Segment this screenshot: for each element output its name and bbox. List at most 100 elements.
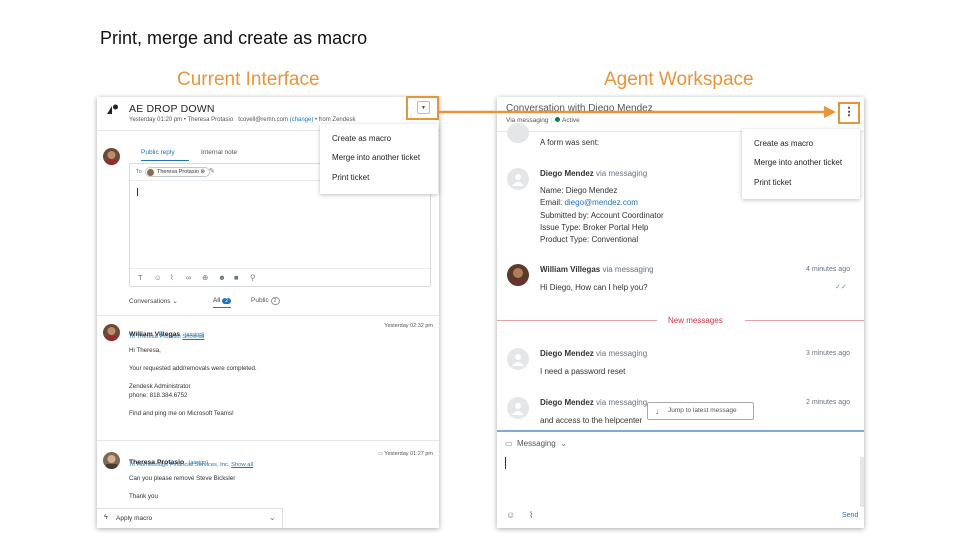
filter-all-label: All bbox=[213, 297, 221, 304]
attachment-icon[interactable]: ⌇ bbox=[170, 273, 174, 282]
apply-macro-button[interactable]: ϟ Apply macro ⌄ bbox=[97, 508, 283, 528]
divider bbox=[745, 320, 864, 321]
author-name: William Villegas bbox=[540, 265, 601, 274]
emoji-icon[interactable]: ☺ bbox=[154, 273, 162, 282]
ticket-meta: Yesterday 01:20 pm • Theresa Protasio tc… bbox=[129, 117, 355, 123]
ticket-meta-from: • from Zendesk bbox=[315, 117, 356, 123]
dropdown-highlight-box bbox=[406, 96, 439, 120]
more-options-button[interactable]: ⋮ bbox=[838, 102, 860, 124]
recipient-text: To Theresa Protasio bbox=[129, 334, 181, 340]
conversations-filter[interactable]: Conversations ⌄ bbox=[129, 297, 178, 305]
chevron-down-icon: ⌄ bbox=[560, 439, 567, 448]
channel-via: via messaging bbox=[596, 169, 648, 178]
video-icon[interactable]: ■ bbox=[234, 273, 239, 282]
message-body: Name: Diego Mendez Email: diego@mendez.c… bbox=[540, 185, 664, 246]
body-line: Email: diego@mendez.com bbox=[540, 197, 664, 209]
change-link[interactable]: (change) bbox=[290, 117, 314, 123]
ticket-meta-email: tcovell@remn.com bbox=[238, 117, 288, 123]
message-body: Hi Theresa, Your requested add/removals … bbox=[129, 346, 257, 418]
message-author: Diego Mendez via messaging bbox=[540, 398, 647, 407]
author-name: Diego Mendez bbox=[540, 349, 594, 358]
email-link[interactable]: diego@mendez.com bbox=[564, 198, 638, 207]
list-item: William Villegas (assign) Yesterday 02:3… bbox=[97, 319, 439, 439]
tab-internal-note[interactable]: Internal note bbox=[201, 147, 237, 161]
current-interface-heading: Current Interface bbox=[177, 69, 320, 90]
author-name: Diego Mendez bbox=[540, 169, 594, 178]
tab-public-reply[interactable]: Public reply bbox=[141, 147, 189, 161]
message-recipients: To Homebridge Financial Services, Inc. S… bbox=[129, 462, 253, 468]
chevron-down-icon: ⌄ bbox=[269, 513, 276, 522]
message-body: and access to the helpcenter bbox=[540, 416, 643, 425]
email-label: Email: bbox=[540, 198, 565, 208]
menu-item-create-as-macro[interactable]: Create as macro bbox=[754, 139, 813, 148]
message-body: I need a password reset bbox=[540, 367, 626, 376]
recipient-text: To Homebridge Financial Services, Inc. bbox=[129, 462, 230, 468]
divider bbox=[97, 440, 439, 441]
message-author: Diego Mendez via messaging bbox=[540, 349, 647, 358]
text-cursor bbox=[137, 188, 138, 196]
menu-item-print-ticket[interactable]: Print ticket bbox=[754, 178, 791, 187]
divider bbox=[497, 320, 657, 321]
scrollbar[interactable] bbox=[860, 457, 864, 507]
recipient-name: Theresa Protasio bbox=[157, 169, 199, 175]
link-icon[interactable]: ∞ bbox=[186, 273, 191, 282]
body-line: Name: Diego Mendez bbox=[540, 186, 618, 195]
text-cursor bbox=[505, 457, 506, 469]
apply-macro-label: Apply macro bbox=[116, 515, 153, 522]
filter-public[interactable]: Public 2 bbox=[251, 297, 280, 305]
send-button[interactable]: Send bbox=[842, 512, 858, 519]
avatar bbox=[103, 452, 120, 469]
time-text: Yesterday 01:27 pm bbox=[384, 451, 433, 457]
avatar bbox=[507, 348, 529, 370]
body-line: Find and ping me on Microsoft Teams! bbox=[129, 410, 234, 417]
zendesk-logo-icon bbox=[107, 104, 118, 114]
menu-item-print-ticket[interactable]: Print ticket bbox=[332, 173, 369, 182]
mention-icon[interactable]: ⊕ bbox=[202, 273, 208, 282]
composer-toolbar: T ☺ ⌇ ∞ ⊕ ☻ ■ ⚲ bbox=[130, 268, 430, 286]
ticket-meta-text: Yesterday 01:20 pm • Theresa Protasio bbox=[129, 117, 234, 123]
filter-all[interactable]: All 2 bbox=[213, 297, 232, 308]
count-badge: 2 bbox=[222, 298, 232, 304]
body-line: Product Type: Conventional bbox=[540, 235, 639, 245]
active-status-dot bbox=[555, 117, 561, 122]
body-line: Your requested add/removals were complet… bbox=[129, 365, 257, 372]
jump-label: Jump to latest message bbox=[668, 407, 737, 414]
message-time: 3 minutes ago bbox=[806, 350, 850, 357]
message-time: 2 minutes ago bbox=[806, 399, 850, 406]
text-format-icon[interactable]: T bbox=[138, 273, 143, 282]
new-messages-label: New messages bbox=[668, 316, 723, 325]
menu-item-merge-ticket[interactable]: Merge into another ticket bbox=[754, 158, 842, 167]
channel-label: Messaging bbox=[517, 439, 556, 448]
channel-selector[interactable]: ▭ Messaging ⌄ bbox=[505, 439, 567, 448]
smiley-icon[interactable]: ☻ bbox=[218, 273, 226, 282]
show-all-link[interactable]: Show all bbox=[182, 334, 204, 340]
emoji-icon[interactable]: ☺ bbox=[506, 510, 515, 520]
jump-to-latest-button[interactable]: ↓ Jump to latest message bbox=[647, 402, 754, 420]
pencil-icon[interactable]: ✎ bbox=[209, 167, 215, 175]
body-line: Thank you bbox=[129, 493, 158, 500]
chat-bubble-icon: ▭ bbox=[505, 439, 513, 448]
show-all-link[interactable]: Show all bbox=[231, 462, 253, 468]
avatar bbox=[507, 264, 529, 286]
message-author: Diego Mendez via messaging bbox=[540, 169, 647, 178]
attachment-icon[interactable]: ⌇ bbox=[529, 510, 533, 521]
kebab-menu-icon: ⋮ bbox=[843, 106, 855, 118]
avatar bbox=[103, 324, 120, 341]
search-icon[interactable]: ⚲ bbox=[250, 273, 256, 282]
message-body: Can you please remove Steve Bicksler Tha… bbox=[129, 474, 235, 501]
message-recipients: To Theresa Protasio Show all bbox=[129, 334, 204, 340]
recipient-chip[interactable]: Theresa Protasio ⊗ bbox=[145, 167, 211, 177]
status-label: Active bbox=[562, 117, 580, 124]
to-label: To bbox=[136, 169, 142, 175]
channel-via: via messaging bbox=[596, 349, 648, 358]
lightning-icon: ϟ bbox=[104, 514, 108, 521]
avatar bbox=[507, 168, 529, 190]
ticket-options-menu: Create as macro Merge into another ticke… bbox=[320, 124, 438, 194]
body-line: phone: 818.384.6752 bbox=[129, 392, 188, 399]
count-badge: 2 bbox=[270, 297, 280, 305]
menu-item-create-as-macro[interactable]: Create as macro bbox=[332, 134, 391, 143]
divider bbox=[97, 315, 439, 316]
menu-item-merge-ticket[interactable]: Merge into another ticket bbox=[332, 153, 420, 162]
channel-via: via messaging bbox=[602, 265, 654, 274]
message-input[interactable] bbox=[497, 451, 864, 501]
